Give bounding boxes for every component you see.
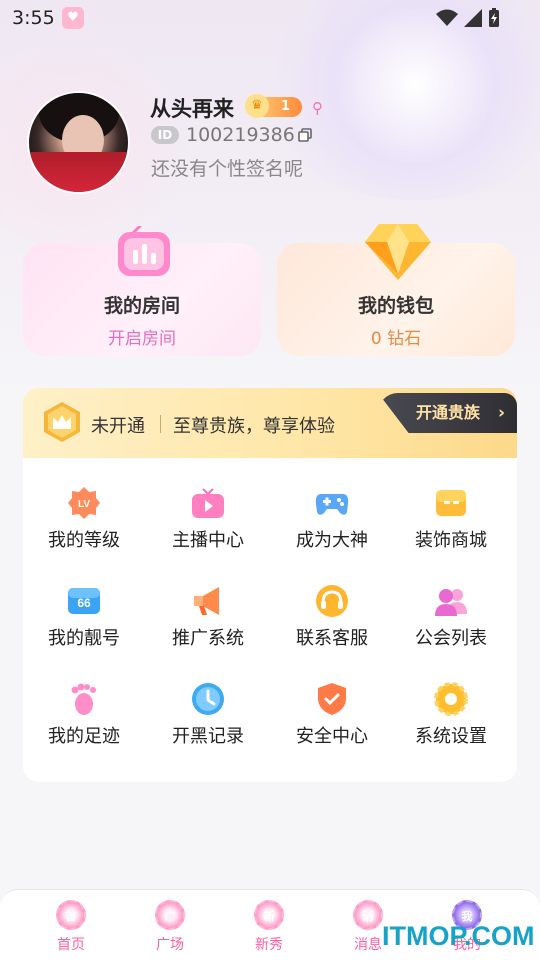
grid-item-decor-shop[interactable]: 装饰商城: [396, 484, 506, 564]
status-bar: 3:55 ♥: [0, 0, 540, 36]
svg-text:66: 66: [77, 596, 91, 610]
grid-item-customer-service[interactable]: 联系客服: [277, 582, 387, 662]
level-icon: LV: [68, 487, 100, 519]
shop-icon: [436, 490, 466, 516]
svg-text:LV: LV: [78, 499, 90, 510]
female-gender-icon: ⚲: [312, 99, 323, 117]
chevron-right-icon: ›: [497, 403, 505, 423]
nav-square[interactable]: 广 广场: [140, 898, 200, 958]
open-room-link: 开启房间: [108, 329, 176, 349]
grid-item-label: 我的足迹: [48, 726, 120, 747]
gear-icon: [434, 682, 468, 716]
nav-newcomer[interactable]: 新 新秀: [239, 898, 299, 958]
grid-item-label: 我的等级: [48, 530, 120, 551]
level-value: 1: [280, 99, 290, 114]
noble-status: 未开通: [91, 416, 145, 437]
grid-item-label: 联系客服: [296, 628, 368, 649]
nav-label: 新秀: [255, 937, 283, 953]
my-wallet-title: 我的钱包: [357, 295, 434, 317]
grid-item-label: 公会列表: [415, 628, 487, 649]
grid-item-settings[interactable]: 系统设置: [396, 680, 506, 760]
grid-item-label: 装饰商城: [415, 530, 487, 551]
crown-icon: ♛: [245, 94, 269, 118]
system-icons: [436, 8, 500, 28]
grid-item-label: 开黑记录: [172, 726, 244, 747]
grid-item-promotion[interactable]: 推广系统: [153, 582, 263, 662]
id-tag: ID: [151, 126, 179, 144]
grid-item-label: 安全中心: [296, 726, 368, 747]
grid-item-my-level[interactable]: LV 我的等级: [29, 484, 139, 564]
grid-item-label: 系统设置: [415, 726, 487, 747]
watermark: ITMOP.COM: [382, 921, 535, 951]
number-icon: 66: [68, 588, 100, 614]
footprint-icon: [71, 683, 96, 715]
diamond-balance: 0 钻石: [370, 329, 422, 349]
header-background: [0, 0, 540, 420]
megaphone-icon: [194, 587, 219, 615]
tv-icon: [192, 488, 224, 518]
diamond-icon: [365, 224, 431, 280]
copy-icon[interactable]: [298, 128, 312, 142]
nav-label: 首页: [57, 937, 85, 953]
level-badge: ♛ 1: [245, 94, 302, 118]
battery-icon: [489, 8, 499, 27]
feature-grid: LV 我的等级 主播中心 成为大神 装饰商城 66 我的靓号 推广系统 联系客服…: [23, 458, 517, 782]
room-tv-icon: [118, 226, 170, 276]
grid-item-label: 我的靓号: [48, 628, 120, 649]
signature: 还没有个性签名呢: [151, 158, 304, 180]
grid-item-label: 推广系统: [172, 628, 244, 649]
avatar[interactable]: [27, 91, 130, 194]
grid-item-label: 成为大神: [296, 530, 368, 551]
grid-item-footprint[interactable]: 我的足迹: [29, 680, 139, 760]
grid-item-guild-list[interactable]: 公会列表: [396, 582, 506, 662]
user-id: 100219386: [186, 124, 295, 146]
nav-home[interactable]: 首 首页: [41, 898, 101, 958]
username: 从头再来: [150, 97, 234, 121]
group-icon: [435, 589, 467, 616]
grid-item-security-center[interactable]: 安全中心: [277, 680, 387, 760]
grid-item-my-number[interactable]: 66 我的靓号: [29, 582, 139, 662]
grid-item-label: 主播中心: [172, 530, 244, 551]
my-room-title: 我的房间: [103, 295, 180, 317]
wifi-icon: [436, 9, 458, 26]
shield-icon: [318, 683, 346, 715]
newcomer-icon: 新: [254, 900, 284, 930]
nav-label: 广场: [156, 937, 184, 953]
grid-item-anchor-center[interactable]: 主播中心: [153, 484, 263, 564]
grid-item-team-record[interactable]: 开黑记录: [153, 680, 263, 760]
headset-icon: [316, 585, 348, 617]
clock-icon: [192, 683, 224, 715]
noble-description: 至尊贵族，尊享体验: [173, 416, 335, 437]
notification-app-icon: ♥: [62, 7, 84, 29]
divider: [160, 415, 161, 433]
gamepad-icon: [315, 494, 349, 515]
signal-icon: [464, 9, 482, 27]
noble-crown-icon: [44, 402, 80, 442]
home-icon: 首: [56, 900, 86, 930]
message-icon: 消: [353, 900, 383, 930]
grid-item-become-master[interactable]: 成为大神: [277, 484, 387, 564]
square-icon: 广: [155, 900, 185, 930]
open-noble-label: 开通贵族: [416, 403, 481, 422]
status-time: 3:55: [12, 7, 55, 29]
